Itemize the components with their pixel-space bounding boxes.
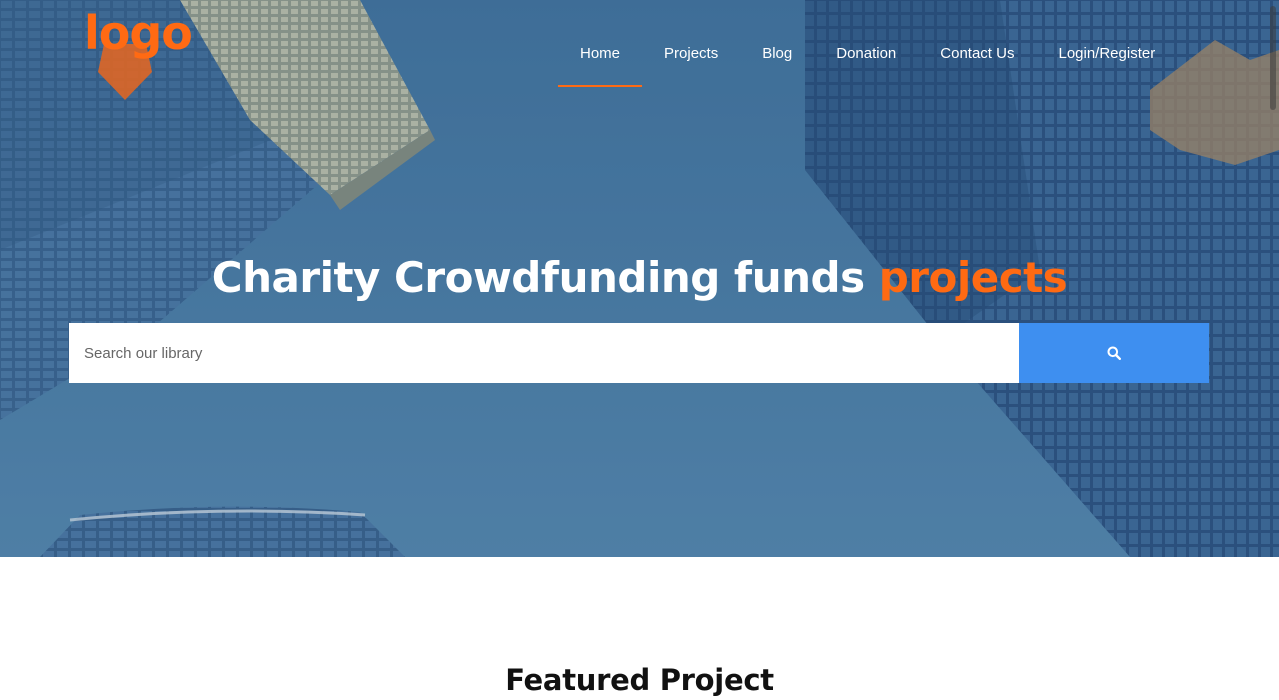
search-icon	[1107, 346, 1121, 360]
nav-item-projects[interactable]: Projects	[642, 43, 740, 89]
nav-item-contact-us[interactable]: Contact Us	[918, 43, 1036, 89]
nav-item-donation[interactable]: Donation	[814, 43, 918, 89]
main-nav: Home Projects Blog Donation Contact Us L…	[558, 43, 1177, 89]
hero-banner: logo Home Projects Blog Donation Contact…	[0, 0, 1279, 557]
logo-text: logo	[84, 6, 193, 60]
hero-headline-accent: projects	[878, 253, 1068, 302]
nav-item-login-register[interactable]: Login/Register	[1036, 43, 1177, 89]
search-input[interactable]	[69, 323, 1019, 383]
hero-headline-main: Charity Crowdfunding funds	[211, 253, 879, 302]
search-button[interactable]	[1019, 323, 1209, 383]
nav-item-home[interactable]: Home	[558, 43, 643, 89]
page-scrollbar[interactable]	[1270, 6, 1276, 110]
featured-project-title: Featured Project	[505, 663, 774, 697]
nav-item-blog[interactable]: Blog	[740, 43, 814, 89]
logo[interactable]: logo	[84, 10, 198, 104]
hero-headline: Charity Crowdfunding funds projects	[0, 250, 1279, 306]
